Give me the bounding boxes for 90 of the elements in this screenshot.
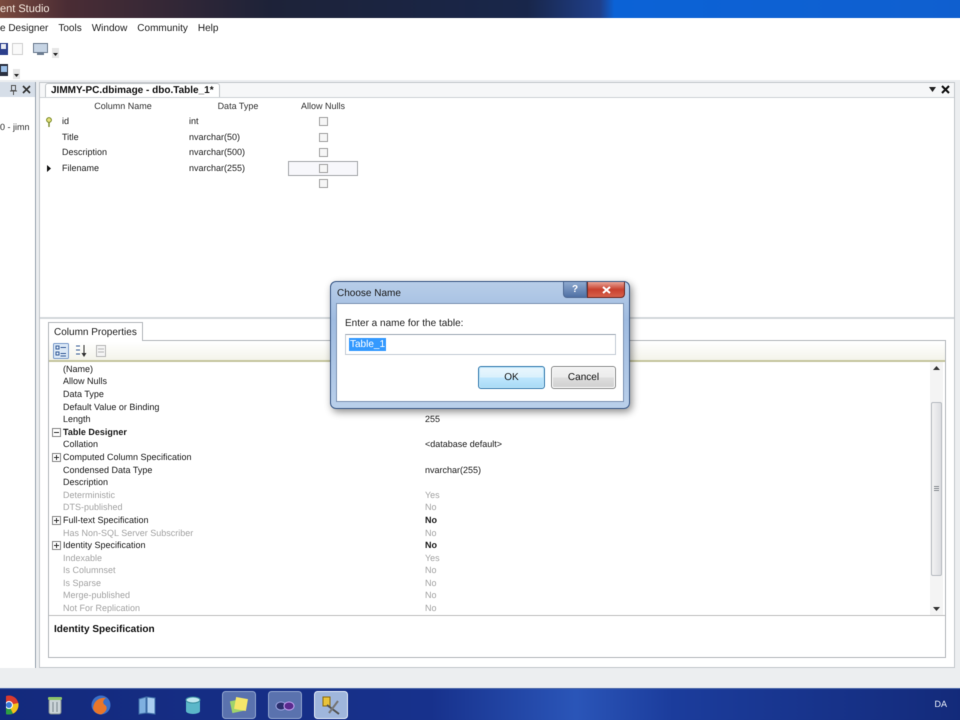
dialog-button[interactable]: OK (478, 366, 545, 389)
expand-icon[interactable] (52, 452, 60, 462)
menu-item[interactable]: Community (137, 22, 188, 34)
sort-icon[interactable] (73, 342, 89, 358)
property-value: No (425, 565, 437, 576)
collapse-icon[interactable] (52, 428, 60, 437)
property-name: Description (63, 477, 108, 488)
dropdown-caret-icon[interactable] (929, 86, 936, 92)
property-name: Is Sparse (63, 578, 102, 589)
property-name: Length (63, 414, 91, 426)
scroll-up-icon[interactable] (933, 366, 940, 370)
property-name: Has Non-SQL Server Subscriber (63, 528, 194, 539)
tools-icon[interactable] (314, 690, 348, 718)
column-name: Description (62, 147, 108, 158)
property-name: Indexable (63, 552, 102, 564)
property-value: No (425, 502, 437, 514)
property-name: Condensed Data Type (63, 464, 152, 476)
column-header: Column Name (94, 101, 152, 112)
property-value: Yes (425, 552, 440, 564)
column-header: Allow Nulls (300, 101, 345, 112)
property-name: Identity Specification (63, 540, 146, 552)
monitor-icon[interactable] (33, 43, 48, 55)
property-value: No (425, 528, 437, 539)
property-name: Computed Column Specification (63, 452, 192, 463)
globe-icon[interactable] (90, 694, 112, 716)
document-tab[interactable]: JIMMY-PC.dbimage - dbo.Table_1* (45, 83, 220, 97)
caret-icon[interactable] (13, 69, 20, 79)
property-value: No (425, 603, 437, 614)
properties-tab[interactable]: Column Properties (48, 322, 143, 341)
menu-item[interactable]: Help (198, 22, 218, 34)
property-value: nvarchar(255) (425, 464, 482, 476)
close-icon[interactable] (22, 85, 31, 94)
property-name: Deterministic (63, 490, 116, 501)
data-type: nvarchar(255) (189, 162, 246, 174)
categorized-icon[interactable] (53, 342, 69, 358)
property-name: Default Value or Binding (63, 402, 160, 413)
caret-icon[interactable] (52, 48, 59, 58)
property-name: Data Type (63, 388, 104, 400)
expand-icon[interactable] (52, 516, 60, 525)
close-button[interactable] (587, 282, 625, 298)
dialog-title: Choose Name (337, 288, 401, 300)
window-title: ent Studio (0, 2, 50, 16)
property-value: No (425, 514, 437, 526)
menu-item[interactable]: Tools (58, 22, 82, 34)
property-name: Not For Replication (63, 603, 140, 614)
scrollbar-thumb[interactable] (931, 402, 942, 576)
close-icon[interactable] (941, 84, 950, 94)
property-name: Merge-published (63, 590, 130, 602)
category-name: Table Designer (63, 426, 127, 438)
property-name: Allow Nulls (63, 376, 108, 388)
goggles-icon[interactable] (268, 690, 302, 718)
property-name: (Name) (63, 364, 94, 375)
input-text: Table_1 (349, 338, 386, 351)
pin-icon[interactable] (10, 84, 17, 94)
property-value: No (425, 590, 437, 602)
book-icon[interactable] (136, 694, 158, 716)
data-type: nvarchar(50) (189, 132, 240, 143)
data-type: nvarchar(500) (189, 147, 246, 158)
property-value: Yes (425, 490, 440, 501)
column-name: Filename (62, 162, 100, 174)
column-name: Title (62, 132, 79, 143)
property-name: Is Columnset (63, 565, 116, 576)
grip-icon (934, 486, 939, 491)
dialog-button[interactable]: Cancel (551, 366, 616, 389)
prompt-label: Enter a name for the table: (345, 318, 464, 330)
menu-item[interactable]: Window (92, 22, 128, 34)
description-title: Identity Specification (54, 624, 155, 635)
language-indicator[interactable]: DA (934, 699, 947, 710)
property-value: <database default> (425, 439, 502, 450)
tree-item[interactable]: 0 - jimn (0, 121, 30, 133)
checkbox[interactable] (318, 148, 328, 158)
menu-item[interactable]: e Designer (0, 22, 48, 34)
property-value: No (425, 578, 437, 589)
expand-icon[interactable] (52, 541, 60, 550)
property-name: DTS-published (63, 502, 123, 514)
property-value: 255 (425, 414, 440, 426)
notes-icon[interactable] (222, 690, 256, 718)
data-type: int (189, 116, 199, 128)
scroll-down-icon[interactable] (933, 607, 940, 611)
property-value: No (425, 540, 437, 552)
checkbox[interactable] (318, 117, 328, 126)
column-header: Data Type (218, 101, 258, 112)
image-icon[interactable] (0, 64, 8, 76)
checkbox[interactable] (318, 132, 328, 142)
property-name: Full-text Specification (63, 514, 149, 526)
close-icon (602, 286, 610, 294)
checkbox[interactable] (318, 179, 328, 188)
checkbox[interactable] (318, 164, 328, 173)
column-name: id (62, 116, 70, 128)
property-name: Collation (63, 439, 98, 450)
